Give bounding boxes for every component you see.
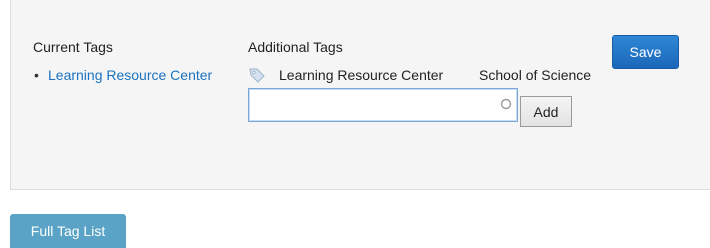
tag-input-container [248,88,518,122]
current-tag-link[interactable]: Learning Resource Center [48,67,212,83]
current-tag-item: • Learning Resource Center [34,67,212,83]
full-tag-list-button[interactable]: Full Tag List [10,214,126,248]
bullet-icon: • [34,67,39,83]
suggested-tag-learning-resource-center[interactable]: Learning Resource Center [279,67,443,83]
additional-tags-heading: Additional Tags [248,39,343,55]
current-tags-heading: Current Tags [33,39,113,55]
suggested-tag-school-of-science[interactable]: School of Science [479,67,591,83]
save-button[interactable]: Save [612,35,679,69]
tag-search-input[interactable] [253,90,493,120]
add-tag-button[interactable]: Add [520,96,572,127]
tag-icon [249,68,265,83]
loading-spinner-icon [500,98,512,110]
